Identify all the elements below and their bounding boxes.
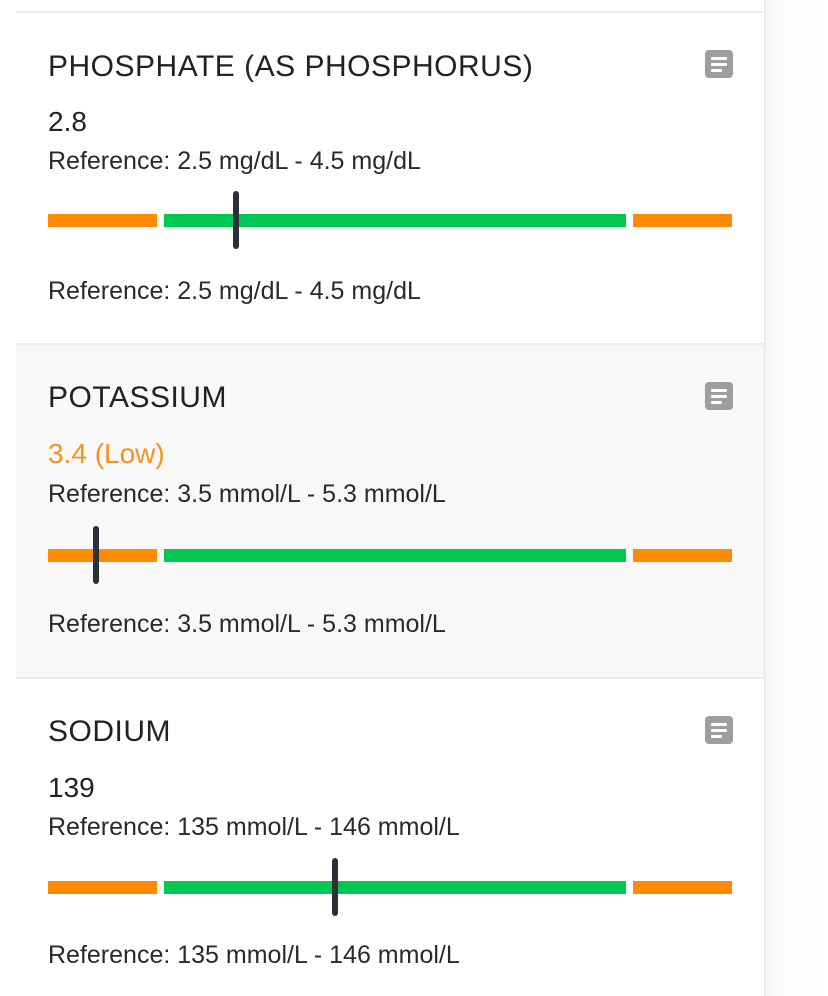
result-value: 2.8 [48, 106, 87, 137]
range-gauge [48, 526, 732, 584]
result-card-phosphate[interactable]: PHOSPHATE (AS PHOSPHORUS) 2.8 Reference:… [16, 13, 764, 343]
normal-range-bar [164, 549, 626, 562]
result-title: POTASSIUM [48, 381, 227, 414]
reference-range: Reference: 2.5 mg/dL - 4.5 mg/dL [48, 147, 421, 175]
result-value: 139 [48, 772, 95, 803]
value-marker [92, 526, 99, 584]
result-card-sodium[interactable]: SODIUM 139 Reference: 135 mmol/L - 146 m… [16, 679, 764, 996]
reference-footer: Reference: 135 mmol/L - 146 mmol/L [48, 941, 460, 969]
note-icon[interactable] [705, 716, 733, 744]
range-gauge [48, 858, 732, 916]
result-value-low: 3.4 (Low) [48, 438, 165, 469]
reference-footer: Reference: 2.5 mg/dL - 4.5 mg/dL [48, 277, 421, 305]
reference-range: Reference: 135 mmol/L - 146 mmol/L [48, 813, 460, 841]
result-title: PHOSPHATE (AS PHOSPHORUS) [48, 50, 534, 83]
scroll-gutter [764, 0, 828, 996]
normal-range-bar [164, 881, 626, 894]
high-range-bar [633, 214, 732, 227]
low-range-bar [48, 549, 157, 562]
note-icon[interactable] [705, 50, 733, 78]
low-range-bar [48, 214, 157, 227]
reference-footer: Reference: 3.5 mmol/L - 5.3 mmol/L [48, 610, 446, 638]
reference-range: Reference: 3.5 mmol/L - 5.3 mmol/L [48, 480, 446, 508]
high-range-bar [633, 881, 732, 894]
high-range-bar [633, 549, 732, 562]
result-title: SODIUM [48, 715, 171, 748]
value-marker [332, 858, 339, 916]
result-card-potassium[interactable]: POTASSIUM 3.4 (Low) Reference: 3.5 mmol/… [16, 345, 764, 677]
value-marker [233, 191, 240, 249]
note-icon[interactable] [705, 382, 733, 410]
range-gauge [48, 191, 732, 249]
low-range-bar [48, 881, 157, 894]
